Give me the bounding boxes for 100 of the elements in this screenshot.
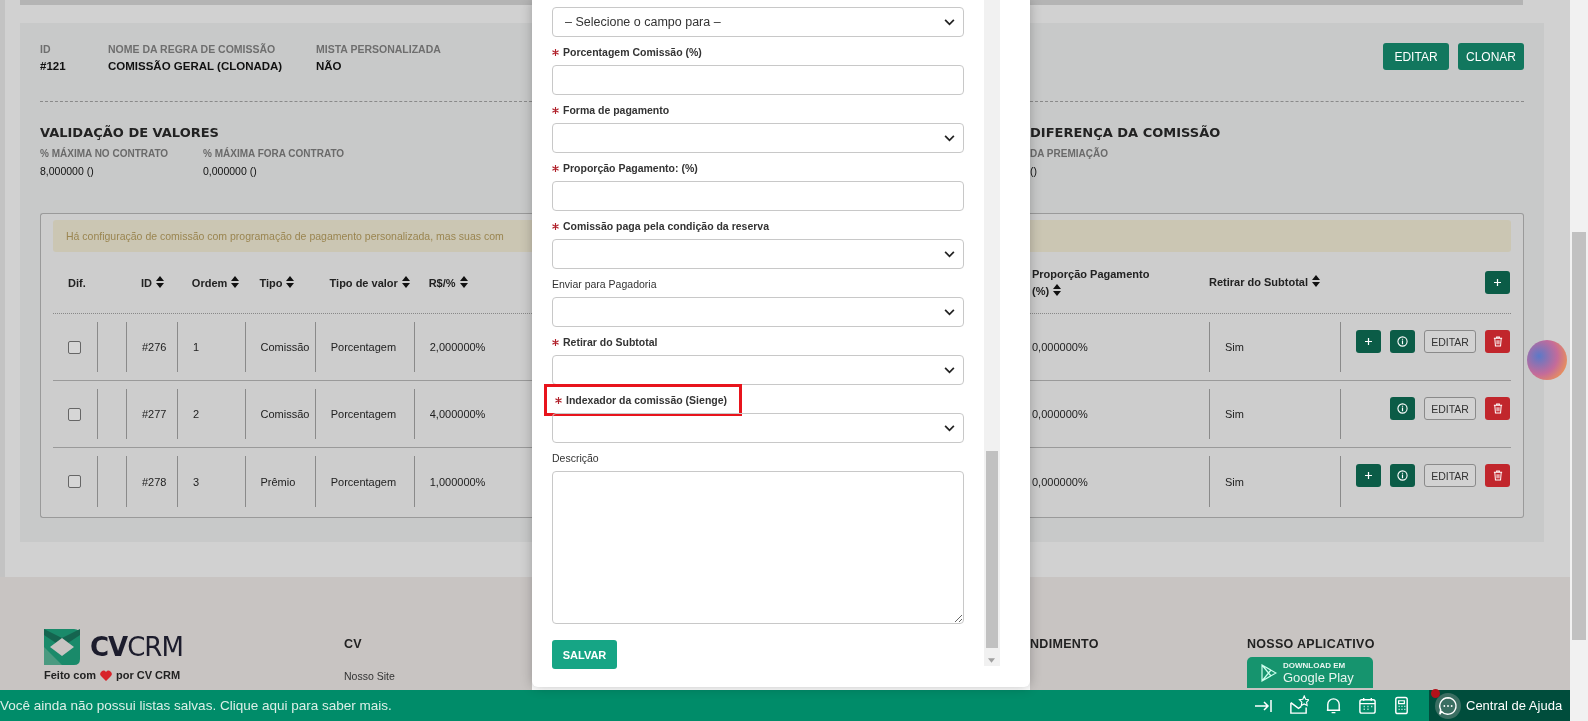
- alert-text: Há configuração de comissão com programação de pagamento personalizada, mas suas com: [66, 230, 504, 242]
- action-button[interactable]: EDITAR: [1383, 43, 1449, 70]
- delete-button[interactable]: [1485, 330, 1510, 353]
- info-button[interactable]: [1390, 464, 1415, 487]
- table-cell: #277: [141, 408, 167, 420]
- scrollbar-thumb[interactable]: [1572, 232, 1586, 640]
- table-cell: Porcentagem: [330, 341, 397, 353]
- column-header[interactable]: Proporção Pagamento (%): [1032, 265, 1167, 300]
- add-button[interactable]: [1356, 464, 1381, 487]
- field-label: Enviar para Pagadoria: [552, 278, 657, 290]
- calculator-icon[interactable]: [1392, 696, 1411, 715]
- scrollbar-thumb[interactable]: [986, 451, 998, 648]
- store-badge[interactable]: DOWNLOAD EM Google Play: [1247, 657, 1373, 688]
- chevron-icon: [944, 250, 955, 258]
- scrollbar[interactable]: [984, 0, 1000, 666]
- table-cell: Sim: [1225, 341, 1244, 353]
- trash-icon: [1492, 403, 1503, 414]
- section-title: DIFERENÇA DA COMISSÃO: [1030, 125, 1222, 140]
- select-field[interactable]: [552, 355, 964, 385]
- scrollbar[interactable]: [1570, 0, 1588, 721]
- info-icon: [1397, 403, 1408, 414]
- section-title: VALIDAÇÃO DE VALORES: [40, 125, 220, 140]
- checkbox[interactable]: [68, 407, 81, 421]
- table-cell: 1,000000%: [429, 475, 486, 488]
- logo-icon: [44, 629, 80, 665]
- table-cell: Porcentagem: [330, 408, 397, 420]
- column-header[interactable]: Dif.: [68, 276, 86, 289]
- field-value: (): [1030, 165, 1038, 177]
- table-cell: Comissão: [260, 408, 310, 420]
- field-label: Descrição: [552, 452, 599, 464]
- table-cell: 2,000000%: [429, 341, 486, 353]
- trash-icon: [1492, 336, 1503, 347]
- chevron-icon: [944, 308, 955, 316]
- column-header[interactable]: ID: [140, 276, 164, 289]
- chevron-icon: [944, 18, 955, 26]
- field-label: ID: [40, 43, 52, 55]
- info-button[interactable]: [1390, 397, 1415, 420]
- info-button[interactable]: [1390, 330, 1415, 353]
- plus-icon: [1365, 472, 1372, 479]
- play-icon: [1261, 663, 1277, 682]
- asterisk-icon: [552, 48, 559, 56]
- info-icon: [1397, 336, 1408, 347]
- field-value: COMISSÃO GERAL (CLONADA): [108, 60, 284, 72]
- add-button[interactable]: [1485, 271, 1510, 294]
- field-label: Comissão paga pela condição da reserva: [563, 220, 769, 232]
- calendar-icon[interactable]: [1358, 696, 1377, 715]
- sort-icon[interactable]: [401, 276, 410, 288]
- field-value: 0,000000 (): [203, 165, 258, 177]
- footer-text: por CV CRM: [115, 669, 181, 681]
- logo-text: CVCRM: [90, 632, 183, 662]
- chevron-icon: [944, 424, 955, 432]
- column-header[interactable]: Tipo de valor: [329, 276, 410, 289]
- sort-icon[interactable]: [231, 276, 240, 288]
- action-button[interactable]: CLONAR: [1458, 43, 1524, 70]
- field-label: MISTA PERSONALIZADA: [316, 43, 441, 55]
- select-field[interactable]: [552, 239, 964, 269]
- chevron-icon: [944, 366, 955, 374]
- table-cell: 2: [192, 408, 200, 420]
- edit-button[interactable]: EDITAR: [1424, 330, 1476, 353]
- select-field[interactable]: [552, 297, 964, 327]
- table-cell: 0,000000%: [1032, 408, 1088, 420]
- checkbox[interactable]: [68, 475, 81, 488]
- mail-star-icon[interactable]: [1288, 695, 1309, 716]
- scroll-down-icon[interactable]: [988, 658, 995, 663]
- input-field[interactable]: [552, 65, 964, 95]
- footer-heading: NOSSO APLICATIVO: [1247, 637, 1375, 651]
- asterisk-icon: [555, 396, 562, 404]
- checkbox[interactable]: [68, 340, 81, 354]
- column-header[interactable]: R$/%: [428, 276, 468, 289]
- select-field[interactable]: [552, 123, 964, 153]
- column-header[interactable]: Retirar do Subtotal: [1209, 274, 1320, 291]
- table-cell: Sim: [1225, 475, 1244, 488]
- select-field[interactable]: – Selecione o campo para –: [552, 7, 964, 37]
- edit-button[interactable]: EDITAR: [1424, 397, 1476, 420]
- column-header[interactable]: Tipo: [259, 276, 295, 289]
- sort-icon[interactable]: [1312, 275, 1320, 287]
- bell-icon[interactable]: [1324, 696, 1343, 715]
- field-label: NOME DA REGRA DE COMISSÃO: [108, 43, 277, 55]
- delete-button[interactable]: [1485, 397, 1510, 420]
- footer-link[interactable]: Nosso Site: [344, 670, 395, 682]
- field-value: NÃO: [316, 60, 343, 72]
- footer-heading: CV: [344, 637, 363, 651]
- table-cell: Sim: [1225, 408, 1244, 420]
- sort-icon[interactable]: [155, 276, 164, 288]
- edit-button[interactable]: EDITAR: [1424, 464, 1476, 487]
- asterisk-icon: [552, 338, 559, 346]
- help-center-button[interactable]: Central de Ajuda: [1429, 690, 1570, 721]
- delete-button[interactable]: [1485, 464, 1510, 487]
- add-button[interactable]: [1356, 330, 1381, 353]
- table-cell: Prêmio: [260, 475, 296, 488]
- field-label: DA PREMIAÇÃO: [1030, 148, 1109, 159]
- column-header[interactable]: Ordem: [191, 276, 240, 289]
- info-icon: [1397, 470, 1408, 481]
- input-field[interactable]: [552, 181, 964, 211]
- sort-icon[interactable]: [1053, 283, 1062, 296]
- sort-icon[interactable]: [459, 276, 468, 288]
- select-field[interactable]: [552, 413, 964, 443]
- sort-icon[interactable]: [286, 276, 295, 288]
- field-label: % MÁXIMA NO CONTRATO: [40, 148, 170, 159]
- bar-message[interactable]: Você ainda não possui listas salvas. Clique aqui para saber mais.: [0, 698, 392, 713]
